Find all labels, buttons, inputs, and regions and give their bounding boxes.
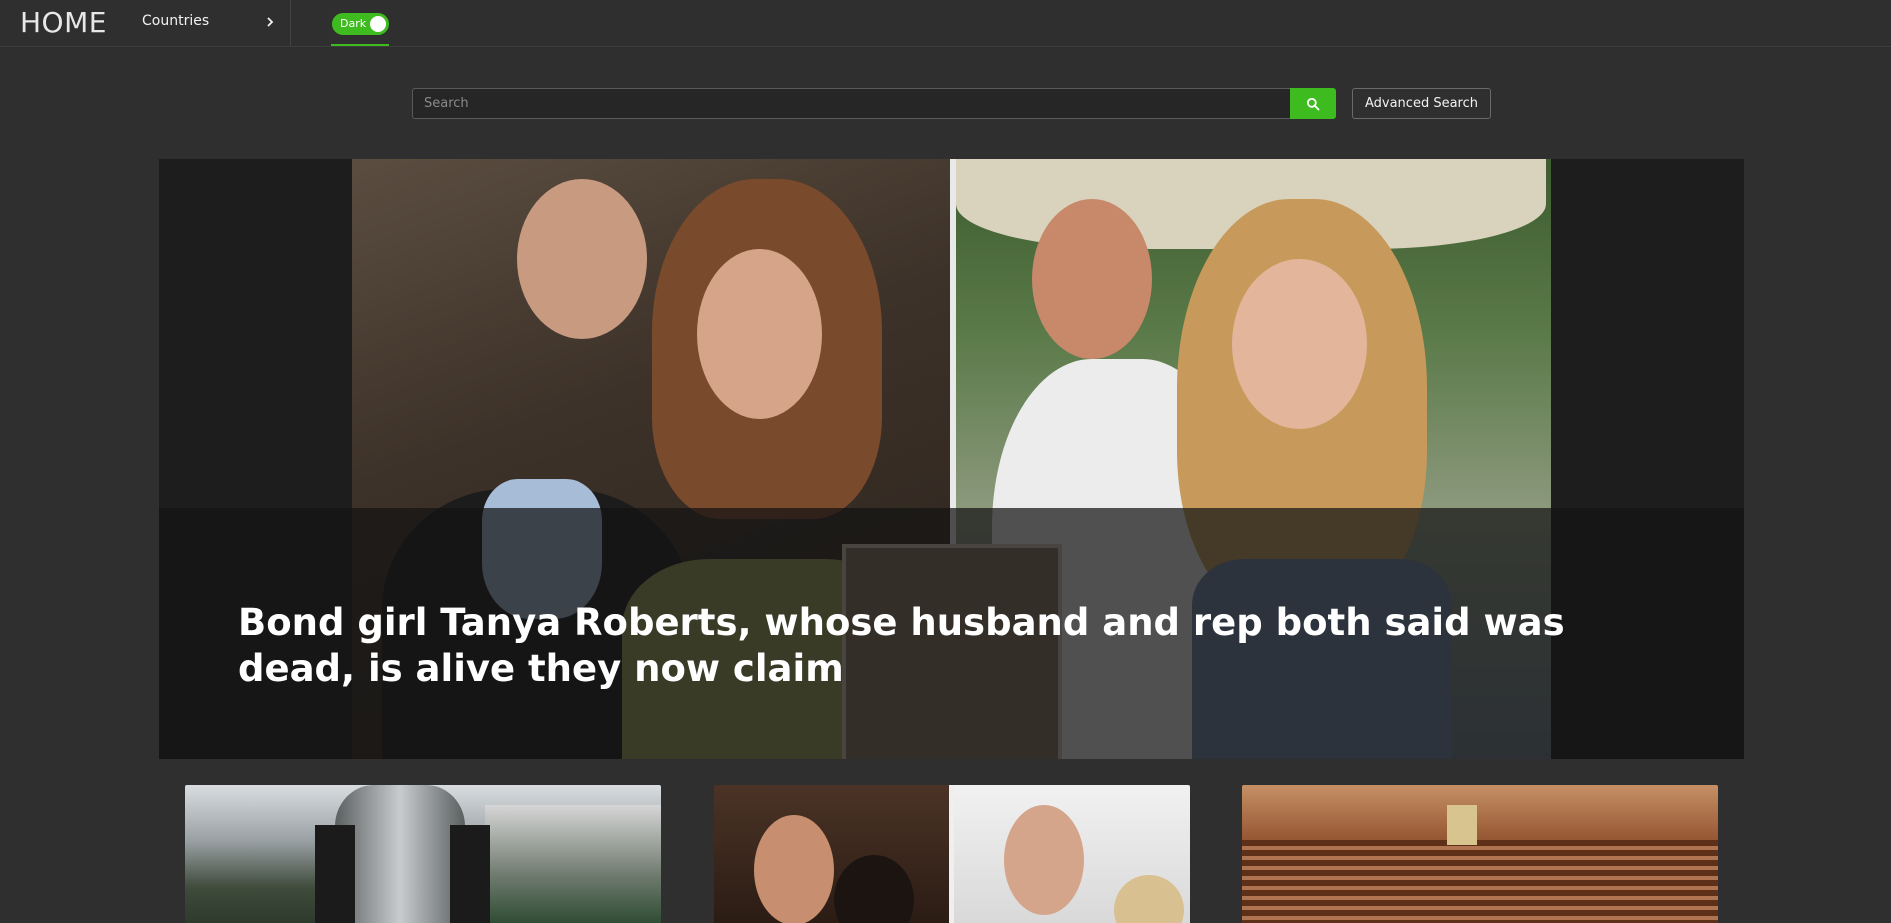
assembly-seating-shape	[1242, 840, 1718, 923]
featured-article[interactable]: Bond girl Tanya Roberts, whose husband a…	[159, 159, 1744, 759]
stadium-shape	[485, 805, 661, 923]
chevron-right-icon	[267, 17, 274, 27]
search-input[interactable]	[412, 88, 1291, 119]
home-link[interactable]: HOME	[20, 6, 107, 40]
countries-menu[interactable]: Countries	[130, 0, 291, 46]
toggle-knob	[370, 16, 386, 32]
figure-shape	[697, 249, 822, 419]
search-button[interactable]	[1290, 88, 1336, 119]
ribbon-shape	[450, 825, 490, 923]
figure-shape	[1004, 805, 1084, 915]
featured-article-title[interactable]: Bond girl Tanya Roberts, whose husband a…	[238, 600, 1668, 692]
figure-shape	[1032, 199, 1152, 359]
article-card-2[interactable]	[714, 785, 1190, 923]
dark-mode-toggle[interactable]: Dark	[332, 13, 389, 35]
top-navbar: HOME Countries Dark	[0, 0, 1891, 47]
active-indicator	[331, 44, 389, 46]
advanced-search-button[interactable]: Advanced Search	[1352, 88, 1491, 119]
emblem-shape	[1447, 805, 1477, 845]
article-card-1[interactable]	[185, 785, 661, 923]
dark-mode-toggle-label: Dark	[340, 17, 367, 30]
figure-shape	[1232, 259, 1367, 429]
search-icon	[1306, 97, 1320, 110]
figure-shape	[517, 179, 647, 339]
article-card-3[interactable]	[1242, 785, 1718, 923]
ribbon-shape	[315, 825, 355, 923]
countries-menu-label: Countries	[142, 13, 210, 29]
figure-shape	[754, 815, 834, 923]
